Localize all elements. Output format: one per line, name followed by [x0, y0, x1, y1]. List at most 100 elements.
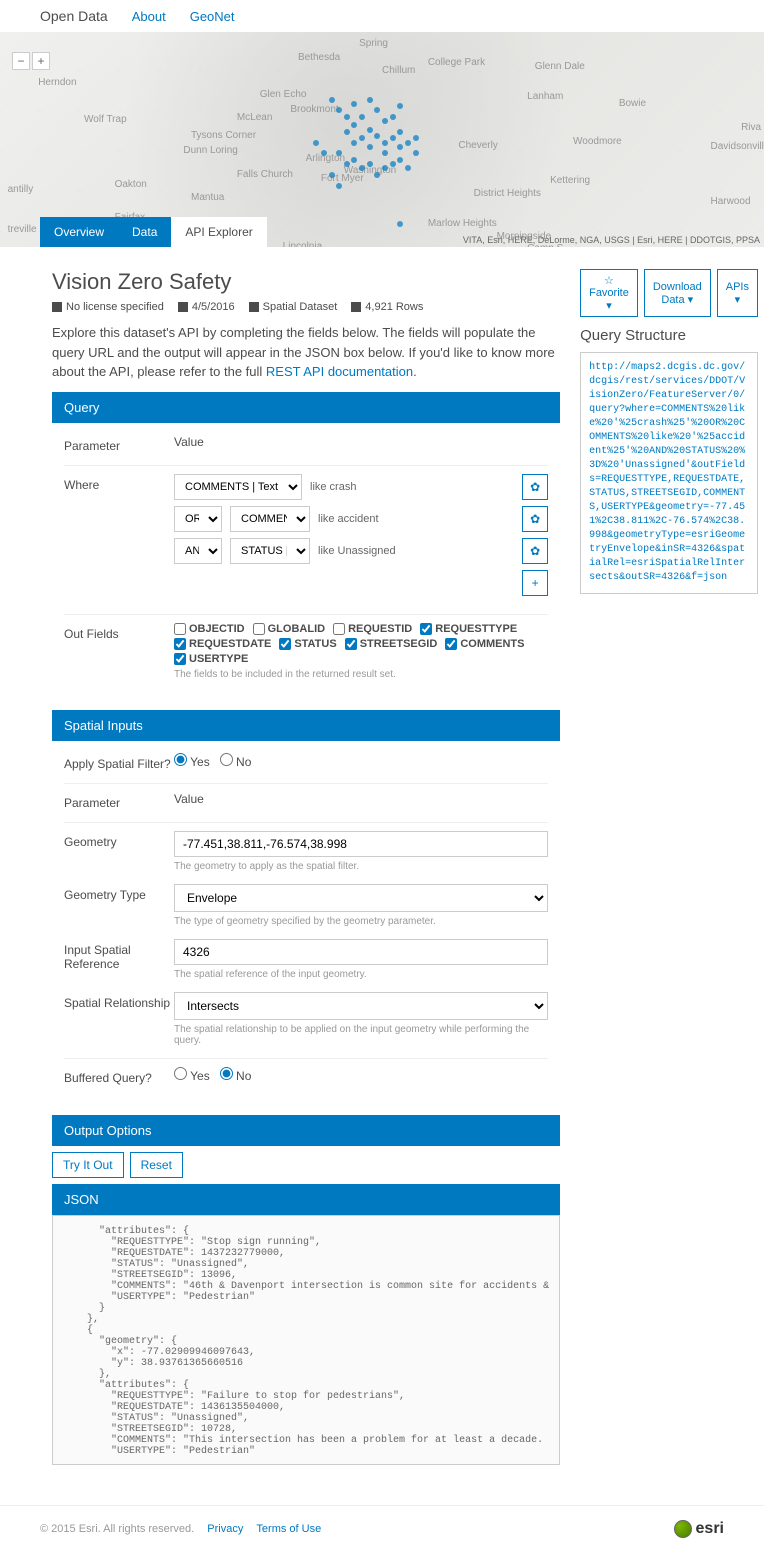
- where-gear-0[interactable]: ✿: [522, 474, 548, 500]
- map-data-point[interactable]: [367, 97, 373, 103]
- brand[interactable]: Open Data: [40, 8, 108, 24]
- tab-api-explorer[interactable]: API Explorer: [171, 217, 266, 247]
- map-data-point[interactable]: [413, 135, 419, 141]
- param-col: Parameter: [64, 435, 174, 453]
- outfield-checkbox[interactable]: REQUESTTYPE: [420, 623, 517, 635]
- map-data-point[interactable]: [344, 114, 350, 120]
- map-data-point[interactable]: [344, 129, 350, 135]
- map-data-point[interactable]: [344, 161, 350, 167]
- map-data-point[interactable]: [413, 150, 419, 156]
- geometry-input[interactable]: [174, 831, 548, 857]
- where-add-button[interactable]: +: [522, 570, 548, 596]
- map-data-point[interactable]: [382, 118, 388, 124]
- where-field-0[interactable]: COMMENTS | Text: [174, 474, 302, 500]
- esri-logo[interactable]: esri: [674, 1520, 724, 1538]
- outfield-checkbox[interactable]: REQUESTDATE: [174, 638, 271, 650]
- map-place-label: Chillum: [382, 65, 415, 76]
- map-data-point[interactable]: [359, 114, 365, 120]
- calendar-icon: [178, 302, 188, 312]
- map-data-point[interactable]: [351, 140, 357, 146]
- zoom-out[interactable]: −: [12, 52, 30, 70]
- outfield-checkbox[interactable]: OBJECTID: [174, 623, 245, 635]
- where-op-2[interactable]: AND: [174, 538, 222, 564]
- outfield-checkbox[interactable]: STATUS: [279, 638, 336, 650]
- map-data-point[interactable]: [367, 144, 373, 150]
- rel-label: Spatial Relationship: [64, 992, 174, 1046]
- try-it-out-button[interactable]: Try It Out: [52, 1152, 124, 1178]
- map-place-label: Lincolnia: [283, 241, 322, 247]
- map[interactable]: HerndonWolf TrapTysons CornerDunn Loring…: [0, 32, 764, 247]
- filter-label: Apply Spatial Filter?: [64, 753, 174, 771]
- geotype-label: Geometry Type: [64, 884, 174, 927]
- apis-button[interactable]: APIs ▾: [717, 269, 758, 317]
- map-place-label: antilly: [8, 184, 34, 195]
- spatial-header: Spatial Inputs: [52, 710, 560, 741]
- insr-hint: The spatial reference of the input geome…: [174, 969, 548, 980]
- map-data-point[interactable]: [313, 140, 319, 146]
- outfield-checkbox[interactable]: STREETSEGID: [345, 638, 438, 650]
- query-header: Query: [52, 392, 560, 423]
- outfield-checkbox[interactable]: USERTYPE: [174, 653, 248, 665]
- geotype-hint: The type of geometry specified by the ge…: [174, 916, 548, 927]
- tab-data[interactable]: Data: [118, 217, 171, 247]
- map-data-point[interactable]: [390, 135, 396, 141]
- map-place-label: Davidsonville: [711, 141, 764, 152]
- buffered-yes[interactable]: Yes: [174, 1067, 210, 1085]
- map-place-label: District Heights: [474, 188, 541, 199]
- where-gear-2[interactable]: ✿: [522, 538, 548, 564]
- map-place-label: Marlow Heights: [428, 218, 497, 229]
- map-attribution: VITA, Esri, HERE, DeLorme, NGA, USGS | E…: [463, 235, 760, 245]
- filter-no[interactable]: No: [220, 753, 252, 771]
- buffered-label: Buffered Query?: [64, 1067, 174, 1085]
- map-place-label: Riva: [741, 122, 761, 133]
- outfield-checkbox[interactable]: GLOBALID: [253, 623, 325, 635]
- map-data-point[interactable]: [367, 127, 373, 133]
- geometry-hint: The geometry to apply as the spatial fil…: [174, 861, 548, 872]
- map-data-point[interactable]: [367, 161, 373, 167]
- buffered-no[interactable]: No: [220, 1067, 252, 1085]
- outfield-checkbox[interactable]: COMMENTS: [445, 638, 524, 650]
- privacy-link[interactable]: Privacy: [207, 1523, 243, 1535]
- map-data-point[interactable]: [390, 161, 396, 167]
- map-data-point[interactable]: [397, 157, 403, 163]
- map-place-label: Falls Church: [237, 169, 293, 180]
- zoom-in[interactable]: +: [32, 52, 50, 70]
- where-gear-1[interactable]: ✿: [522, 506, 548, 532]
- terms-link[interactable]: Terms of Use: [256, 1523, 321, 1535]
- json-output[interactable]: "attributes": { "REQUESTTYPE": "Stop sig…: [52, 1215, 560, 1465]
- nav-geonet[interactable]: GeoNet: [190, 9, 235, 24]
- rel-select[interactable]: Intersects: [174, 992, 548, 1020]
- meta-type: Spatial Dataset: [249, 301, 338, 313]
- reset-button[interactable]: Reset: [130, 1152, 183, 1178]
- download-button[interactable]: Download Data ▾: [644, 269, 711, 317]
- map-data-point[interactable]: [405, 140, 411, 146]
- map-data-point[interactable]: [336, 183, 342, 189]
- where-field-2[interactable]: STATUS | Text: [230, 538, 310, 564]
- value-col2: Value: [174, 792, 548, 810]
- map-data-point[interactable]: [329, 172, 335, 178]
- meta-rows: 4,921 Rows: [351, 301, 423, 313]
- favorite-button[interactable]: ☆ Favorite ▾: [580, 269, 638, 317]
- map-place-label: Brookmont: [290, 104, 338, 115]
- query-structure-header: Query Structure: [580, 327, 758, 344]
- outfields-label: Out Fields: [64, 623, 174, 680]
- nav-about[interactable]: About: [132, 9, 166, 24]
- query-url-link[interactable]: http://maps2.dcgis.dc.gov/dcgis/rest/ser…: [589, 362, 745, 583]
- outfields-hint: The fields to be included in the returne…: [174, 669, 548, 680]
- filter-yes[interactable]: Yes: [174, 753, 210, 771]
- map-data-point[interactable]: [382, 140, 388, 146]
- json-header: JSON: [52, 1184, 560, 1215]
- intro-text: Explore this dataset's API by completing…: [52, 323, 560, 382]
- where-op-1[interactable]: OR: [174, 506, 222, 532]
- insr-input[interactable]: [174, 939, 548, 965]
- map-place-label: treville: [8, 224, 37, 235]
- outfield-checkbox[interactable]: REQUESTID: [333, 623, 412, 635]
- map-data-point[interactable]: [390, 114, 396, 120]
- tab-overview[interactable]: Overview: [40, 217, 118, 247]
- geotype-select[interactable]: Envelope: [174, 884, 548, 912]
- rest-api-doc-link[interactable]: REST API documentation: [266, 364, 413, 379]
- page-title: Vision Zero Safety: [52, 269, 560, 295]
- where-field-1[interactable]: COMMENTS | Te: [230, 506, 310, 532]
- map-data-point[interactable]: [397, 129, 403, 135]
- map-data-point[interactable]: [329, 97, 335, 103]
